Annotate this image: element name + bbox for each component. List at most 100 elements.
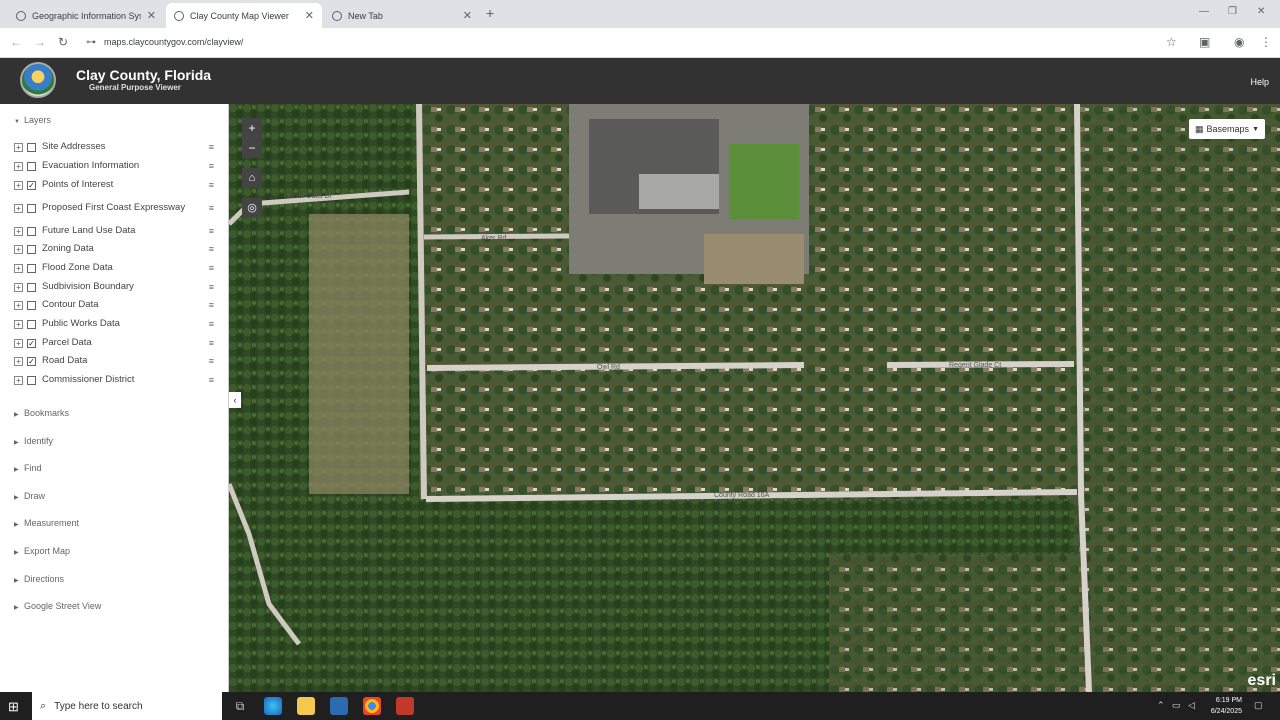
reload-icon[interactable]: ↻	[58, 35, 68, 49]
volume-icon[interactable]: ◁	[1188, 700, 1195, 711]
windows-start-icon[interactable]: ⊞	[8, 699, 19, 715]
section-header[interactable]: ▶ Draw	[14, 491, 45, 501]
back-icon[interactable]: ←	[10, 35, 22, 49]
layer-checkbox[interactable]: ✓	[27, 356, 36, 366]
bookmark-star-icon[interactable]: ☆	[1166, 35, 1177, 49]
layer-menu-icon[interactable]: ≡	[209, 263, 214, 273]
task-view-icon[interactable]: ⧉	[231, 697, 249, 715]
browser-tab[interactable]: Geographic Information Syste ✕	[8, 3, 164, 28]
section-header[interactable]: ▶ Directions	[14, 574, 64, 584]
basemaps-button[interactable]: ▦ Basemaps ▼	[1189, 119, 1265, 139]
layer-menu-icon[interactable]: ≡	[209, 203, 214, 213]
expand-icon[interactable]: +	[14, 180, 23, 190]
store-icon[interactable]	[330, 697, 348, 715]
layer-name: Future Land Use Data	[42, 225, 136, 236]
layer-menu-icon[interactable]: ≡	[209, 282, 214, 292]
taskbar-search-box[interactable]: ⌕ Type here to search	[32, 692, 222, 720]
tab-title: New Tab	[348, 10, 383, 21]
forward-icon[interactable]: →	[34, 35, 46, 49]
layer-menu-icon[interactable]: ≡	[209, 180, 214, 190]
maximize-icon[interactable]: ❐	[1228, 6, 1237, 17]
file-explorer-icon[interactable]	[297, 697, 315, 715]
expand-icon[interactable]: +	[14, 338, 23, 348]
section-header[interactable]: ▶ Export Map	[14, 546, 70, 556]
section-header[interactable]: ▶ Find	[14, 463, 42, 473]
side-panel-icon[interactable]: ▣	[1199, 35, 1210, 49]
layer-menu-icon[interactable]: ≡	[209, 244, 214, 254]
layer-menu-icon[interactable]: ≡	[209, 226, 214, 236]
url-field[interactable]: maps.claycountygov.com/clayview/	[104, 37, 243, 47]
network-icon[interactable]: ▭	[1172, 700, 1181, 711]
tab-title: Geographic Information Syste	[32, 10, 141, 21]
layer-row: + Sudbivision Boundary ≡	[14, 279, 214, 295]
home-icon[interactable]: ⌂	[242, 168, 262, 188]
layer-menu-icon[interactable]: ≡	[209, 356, 214, 366]
expand-icon[interactable]: +	[14, 282, 23, 292]
close-tab-icon[interactable]: ✕	[463, 9, 472, 22]
expand-icon[interactable]: +	[14, 319, 23, 329]
profile-icon[interactable]: ◉	[1234, 35, 1244, 49]
expand-icon[interactable]: +	[14, 356, 23, 366]
close-tab-icon[interactable]: ✕	[305, 9, 314, 22]
road-label: County Road 16A	[714, 492, 770, 499]
expand-icon[interactable]: +	[14, 375, 23, 385]
layer-checkbox[interactable]: ✓	[27, 338, 36, 348]
zoom-out-button[interactable]: −	[242, 138, 262, 158]
layer-menu-icon[interactable]: ≡	[209, 375, 214, 385]
notifications-icon[interactable]: ▢	[1254, 700, 1263, 711]
layer-checkbox[interactable]	[27, 226, 36, 236]
expand-icon[interactable]: +	[14, 300, 23, 310]
expand-icon[interactable]: +	[14, 203, 23, 213]
layer-checkbox[interactable]	[27, 375, 36, 385]
caret-right-icon: ▶	[14, 577, 19, 584]
help-link[interactable]: Help	[1250, 77, 1269, 87]
collapse-sidebar-button[interactable]: ‹	[229, 392, 241, 408]
close-tab-icon[interactable]: ✕	[147, 9, 156, 22]
layer-menu-icon[interactable]: ≡	[209, 161, 214, 171]
layer-name: Contour Data	[42, 299, 99, 310]
taskbar-clock[interactable]: 6:19 PM 6/24/2025	[1211, 695, 1242, 717]
road-label: Owl Rd	[597, 364, 620, 371]
powerpoint-icon[interactable]	[396, 697, 414, 715]
expand-icon[interactable]: +	[14, 142, 23, 152]
section-header[interactable]: ▶ Measurement	[14, 518, 79, 528]
layer-checkbox[interactable]	[27, 142, 36, 152]
layer-checkbox[interactable]	[27, 244, 36, 254]
layer-menu-icon[interactable]: ≡	[209, 142, 214, 152]
layer-checkbox[interactable]	[27, 203, 36, 213]
layer-checkbox[interactable]: ✓	[27, 180, 36, 190]
zoom-in-button[interactable]: +	[242, 118, 262, 138]
chrome-icon[interactable]	[363, 697, 381, 715]
clock-date: 6/24/2025	[1210, 708, 1242, 715]
layer-checkbox[interactable]	[27, 263, 36, 273]
section-header[interactable]: ▶ Google Street View	[14, 601, 101, 611]
expand-icon[interactable]: +	[14, 161, 23, 171]
browser-tab[interactable]: Clay County Map Viewer ✕	[166, 3, 322, 28]
caret-right-icon: ▶	[14, 605, 19, 612]
tray-chevron-icon[interactable]: ⌃	[1157, 700, 1165, 711]
window-close-icon[interactable]: ✕	[1257, 6, 1265, 17]
expand-icon[interactable]: +	[14, 263, 23, 273]
browser-tab[interactable]: New Tab ✕	[324, 3, 480, 28]
expand-icon[interactable]: +	[14, 226, 23, 236]
layer-menu-icon[interactable]: ≡	[209, 338, 214, 348]
map-view[interactable]: Huntel Oaks Dr Aker Rd Owl Rd Regent Gla…	[229, 104, 1280, 692]
layer-menu-icon[interactable]: ≡	[209, 319, 214, 329]
section-header[interactable]: ▶ Identify	[14, 436, 53, 446]
minimize-icon[interactable]: —	[1199, 6, 1209, 17]
site-info-icon[interactable]: ⊶	[86, 37, 96, 48]
layer-checkbox[interactable]	[27, 300, 36, 310]
esri-logo: esri	[1247, 672, 1276, 689]
locate-icon[interactable]: ◎	[242, 198, 262, 218]
browser-menu-icon[interactable]: ⋮	[1260, 35, 1272, 49]
layers-section-header[interactable]: ▼ Layers	[14, 115, 51, 125]
layer-checkbox[interactable]	[27, 282, 36, 292]
expand-icon[interactable]: +	[14, 244, 23, 254]
layer-checkbox[interactable]	[27, 161, 36, 171]
layer-checkbox[interactable]	[27, 319, 36, 329]
edge-icon[interactable]	[264, 697, 282, 715]
layer-menu-icon[interactable]: ≡	[209, 300, 214, 310]
layer-name: Commissioner District	[42, 374, 135, 385]
section-header[interactable]: ▶ Bookmarks	[14, 408, 69, 418]
new-tab-button[interactable]: +	[486, 5, 494, 21]
